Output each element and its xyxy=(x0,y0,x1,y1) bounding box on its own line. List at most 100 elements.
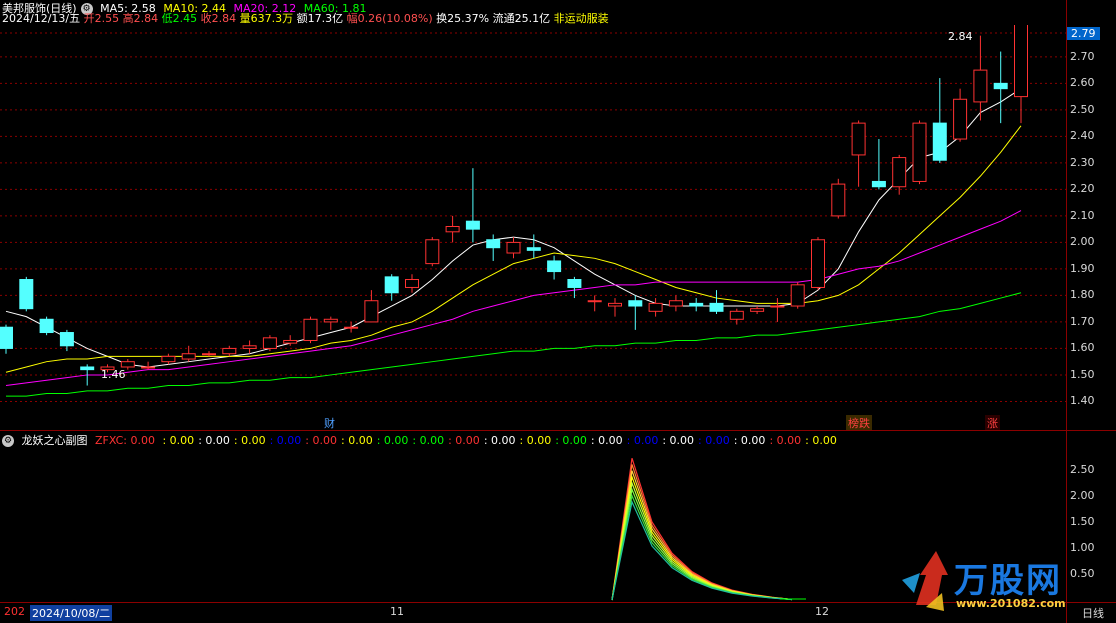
candle[interactable] xyxy=(912,120,927,185)
candle[interactable] xyxy=(303,316,318,344)
candle[interactable] xyxy=(202,351,216,357)
candle[interactable] xyxy=(567,276,582,299)
zfxc-label: ZFXC: 0.00 xyxy=(95,434,155,447)
candle-body xyxy=(323,318,338,323)
sub-value-7: : 0.00 xyxy=(412,434,445,447)
candle-body xyxy=(628,300,643,307)
quote-close: 收2.84 xyxy=(200,12,237,25)
candle-body xyxy=(750,308,765,312)
candle[interactable] xyxy=(750,306,765,314)
sub-value-18: : 0.00 xyxy=(805,434,837,447)
candle-body xyxy=(729,310,744,320)
quote-open: 开2.55 xyxy=(83,12,120,25)
sub-value-6: : 0.00 xyxy=(376,434,409,447)
candle[interactable] xyxy=(181,345,196,362)
settings-icon[interactable]: ⚙ xyxy=(2,435,14,447)
quote-line: 2024/12/13/五 开2.55 高2.84 低2.45 收2.84 量63… xyxy=(2,10,609,26)
candle[interactable] xyxy=(486,234,501,261)
candle[interactable] xyxy=(323,316,338,330)
candle-body xyxy=(608,302,622,307)
candle[interactable] xyxy=(953,88,968,142)
candle[interactable] xyxy=(445,215,460,243)
candle[interactable] xyxy=(364,290,379,323)
candle[interactable] xyxy=(648,298,663,317)
event-cai-badge[interactable]: 财 xyxy=(322,415,337,431)
candle[interactable] xyxy=(871,139,886,190)
candle[interactable] xyxy=(689,298,704,312)
panel-divider[interactable] xyxy=(0,430,1116,431)
candle-body xyxy=(59,332,74,347)
sub-value-11: : 0.00 xyxy=(555,434,587,447)
candle-body xyxy=(465,220,480,230)
price-tick-label: 2.20 xyxy=(1070,182,1095,196)
candle[interactable] xyxy=(19,276,34,312)
high-price-mark: 2.84 xyxy=(948,30,973,43)
candle[interactable] xyxy=(506,237,521,259)
sub-value-4: : 0.00 xyxy=(305,434,337,447)
candle[interactable] xyxy=(465,168,480,243)
candle[interactable] xyxy=(770,298,785,322)
month-12-label: 12 xyxy=(815,605,829,618)
candle[interactable] xyxy=(993,51,1008,124)
candle[interactable] xyxy=(384,274,399,301)
sub-value-3: : 0.00 xyxy=(269,434,302,447)
candle[interactable] xyxy=(59,329,74,352)
candle[interactable] xyxy=(405,274,419,293)
candle[interactable] xyxy=(892,154,907,195)
candle-body xyxy=(384,276,399,294)
candle[interactable] xyxy=(628,295,643,330)
candle-body xyxy=(506,241,521,254)
candle[interactable] xyxy=(709,290,724,314)
candle[interactable] xyxy=(668,295,683,312)
candle[interactable] xyxy=(141,361,156,370)
price-tick-label: 1.50 xyxy=(1070,367,1095,381)
price-tick-label: 2.50 xyxy=(1070,102,1095,116)
candle[interactable] xyxy=(608,298,622,317)
candle[interactable] xyxy=(547,255,562,280)
price-tick-label: 1.90 xyxy=(1070,261,1095,275)
candle[interactable] xyxy=(932,78,947,163)
candle[interactable] xyxy=(790,282,805,309)
candle-body xyxy=(262,337,277,349)
price-tick-label: 2.60 xyxy=(1070,76,1095,90)
candle-body xyxy=(303,318,318,341)
candle-body xyxy=(141,366,156,369)
ma5-line xyxy=(5,88,1022,368)
candle[interactable] xyxy=(587,295,602,312)
candle-body xyxy=(161,355,176,363)
candle-body xyxy=(567,279,582,288)
candle[interactable] xyxy=(262,335,277,352)
candle[interactable] xyxy=(851,120,866,187)
candle-body xyxy=(425,239,440,265)
candle[interactable] xyxy=(973,35,988,121)
candle[interactable] xyxy=(344,321,359,333)
candle[interactable] xyxy=(161,353,176,365)
candlestick-chart[interactable] xyxy=(0,25,1066,430)
candle-body xyxy=(912,122,927,182)
candle-body xyxy=(973,69,988,103)
candle-body xyxy=(648,302,663,312)
sub-value-17: : 0.00 xyxy=(769,434,802,447)
quote-sector: 非运动服装 xyxy=(553,12,609,25)
candle[interactable] xyxy=(0,324,13,354)
candle-body xyxy=(344,326,359,329)
sub-value-1: : 0.00 xyxy=(198,434,230,447)
candle[interactable] xyxy=(425,237,440,267)
candle[interactable] xyxy=(811,237,825,291)
candle-body xyxy=(1014,25,1028,98)
sub-value-8: : 0.00 xyxy=(448,434,480,447)
candle[interactable] xyxy=(1014,25,1028,124)
event-bang-badge[interactable]: 榜跌 xyxy=(846,415,872,431)
candle[interactable] xyxy=(222,345,237,357)
candle[interactable] xyxy=(242,340,257,354)
candle-body xyxy=(871,180,886,188)
candle[interactable] xyxy=(526,234,541,259)
sub-title[interactable]: 龙妖之心副图 xyxy=(22,434,88,447)
sub-value-16: : 0.00 xyxy=(733,434,766,447)
candle[interactable] xyxy=(831,178,846,219)
quote-amount: 额17.3亿 xyxy=(296,12,344,25)
event-zhang-badge[interactable]: 涨 xyxy=(985,415,1000,431)
axis-separator xyxy=(1066,0,1067,623)
sub-value-15: : 0.00 xyxy=(698,434,730,447)
candle[interactable] xyxy=(39,316,54,336)
